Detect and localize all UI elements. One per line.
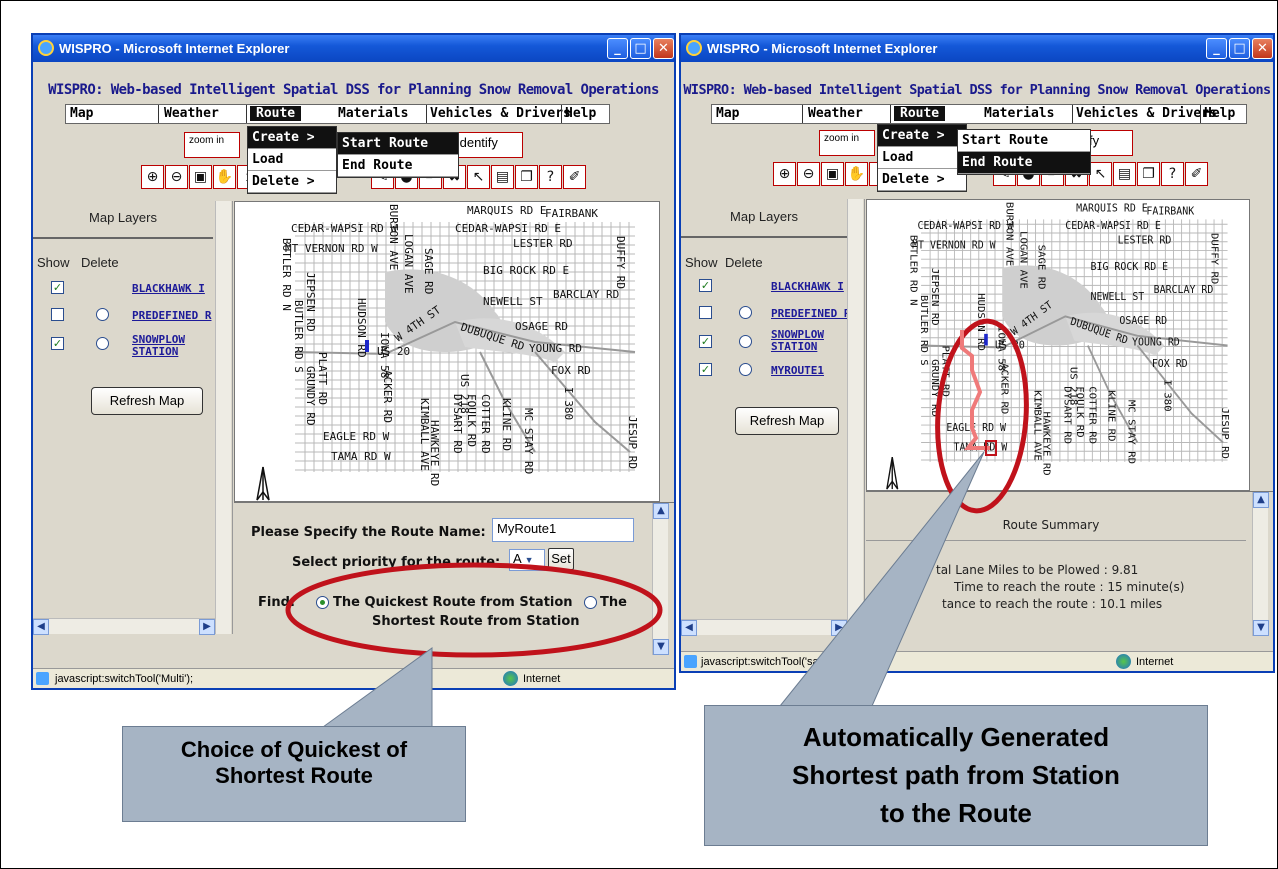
highlight-ellipse [935, 318, 1029, 514]
generated-route-line [960, 330, 990, 450]
callout-line: Automatically Generated [802, 722, 1110, 752]
callout-box-shortest: Automatically Generated Shortest path fr… [704, 705, 1208, 846]
callout-pointer [321, 647, 433, 728]
highlight-ellipse [285, 562, 663, 658]
callout-box-quickest: Choice of Quickest of Shortest Route [122, 726, 466, 822]
callout-pointer [778, 451, 985, 707]
callout-line: Choice of Quickest of [180, 737, 408, 762]
callout-line: Shortest Route [215, 763, 373, 788]
callout-line: Shortest path from Station [792, 760, 1120, 790]
callout-line: to the Route [880, 798, 1032, 828]
